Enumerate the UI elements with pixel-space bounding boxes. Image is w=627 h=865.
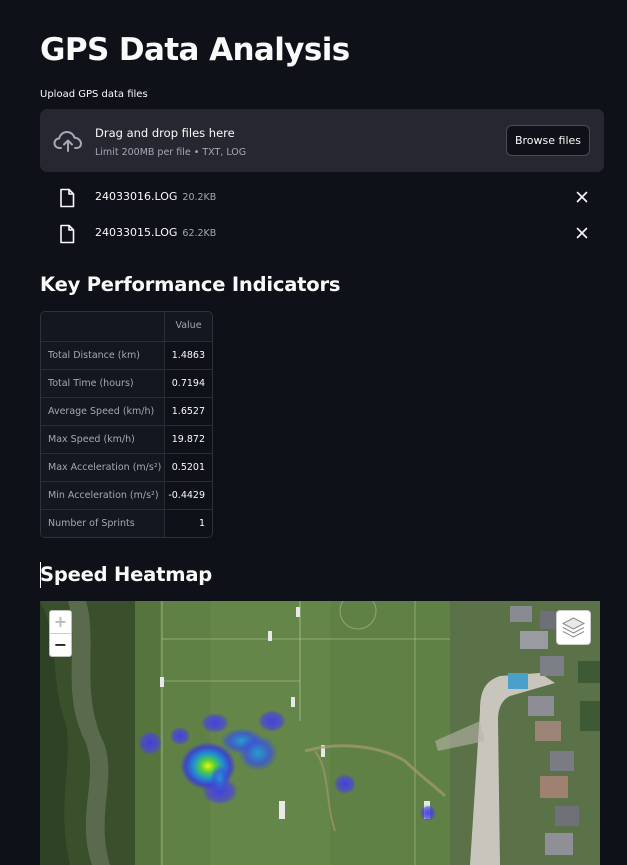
file-dropzone[interactable]: Drag and drop files here Limit 200MB per… (40, 109, 604, 172)
zoom-out-button[interactable]: − (50, 634, 71, 656)
close-icon[interactable] (576, 227, 588, 239)
kpi-heading: Key Performance Indicators (40, 273, 341, 296)
dropzone-instructions: Drag and drop files here (95, 126, 235, 140)
uploaded-file-name: 24033015.LOG 62.2KB (95, 226, 216, 239)
kpi-value: 19.872 (171, 434, 205, 445)
kpi-index-header (41, 312, 165, 341)
file-name-text: 24033015.LOG (95, 226, 178, 239)
file-icon (60, 224, 75, 244)
table-row: Total Time (hours) 0.7194 (41, 369, 212, 397)
table-row: Average Speed (km/h) 1.6527 (41, 397, 212, 425)
uploaded-file-name: 24033016.LOG 20.2KB (95, 190, 216, 203)
close-icon[interactable] (576, 191, 588, 203)
app-page: GPS Data Analysis Upload GPS data files … (0, 0, 627, 865)
zoom-in-button[interactable]: + (50, 611, 71, 634)
table-row: Number of Sprints 1 (41, 509, 212, 537)
cloud-upload-icon (53, 131, 82, 152)
speed-heatmap-map[interactable]: + − (40, 601, 600, 865)
table-row: Min Acceleration (m/s²) -0.4429 (41, 481, 212, 509)
zoom-control: + − (49, 610, 72, 657)
layers-icon (561, 617, 586, 638)
kpi-label: Total Time (hours) (41, 370, 165, 397)
table-row: Max Acceleration (m/s²) 0.5201 (41, 453, 212, 481)
kpi-value: 1 (198, 518, 205, 529)
uploader-label: Upload GPS data files (40, 89, 148, 100)
kpi-label: Max Speed (km/h) (41, 426, 165, 453)
uploaded-file-row: 24033016.LOG 20.2KB (40, 185, 604, 209)
kpi-value: 1.6527 (171, 406, 205, 417)
browse-files-button[interactable]: Browse files (506, 125, 590, 156)
kpi-value: 0.7194 (171, 378, 205, 389)
dropzone-limit-text: Limit 200MB per file • TXT, LOG (95, 147, 247, 158)
file-name-text: 24033016.LOG (95, 190, 178, 203)
kpi-label: Min Acceleration (m/s²) (41, 482, 165, 509)
layers-control[interactable] (556, 610, 591, 645)
kpi-table: Value Total Distance (km) 1.4863 Total T… (40, 311, 213, 538)
kpi-value: -0.4429 (168, 490, 205, 501)
kpi-table-header: Value (41, 312, 212, 341)
table-row: Max Speed (km/h) 19.872 (41, 425, 212, 453)
page-title: GPS Data Analysis (40, 32, 350, 68)
kpi-label: Number of Sprints (41, 510, 165, 537)
kpi-label: Total Distance (km) (41, 342, 165, 369)
satellite-imagery (40, 601, 600, 865)
table-row: Total Distance (km) 1.4863 (41, 341, 212, 369)
kpi-value: 0.5201 (171, 462, 205, 473)
file-icon (60, 188, 75, 208)
kpi-value: 1.4863 (171, 350, 205, 361)
file-size: 20.2KB (182, 192, 217, 203)
kpi-label: Average Speed (km/h) (41, 398, 165, 425)
uploaded-file-row: 24033015.LOG 62.2KB (40, 221, 604, 245)
kpi-value-header: Value (165, 312, 212, 341)
kpi-label: Max Acceleration (m/s²) (41, 454, 165, 481)
heatmap-heading: Speed Heatmap (40, 563, 213, 586)
file-size: 62.2KB (182, 228, 217, 239)
